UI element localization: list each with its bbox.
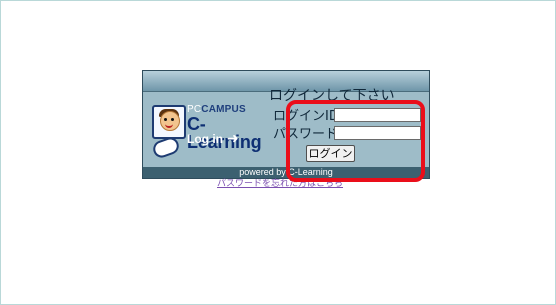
mascot-icon [152,105,186,139]
mascot-right-eye [171,118,174,121]
login-form: ログインして下さい ログインID パスワード ログイン [269,88,429,167]
brand-area: PCCAMPUS C-Learning Log in ➜ [143,91,269,167]
password-label: パスワード [273,127,339,142]
login-prompt: ログインして下さい [269,88,395,104]
mascot-left-eye [164,118,167,121]
right-arrow-icon: ➜ [227,131,239,147]
login-id-input[interactable] [334,108,421,122]
login-button[interactable]: ログイン [306,145,355,162]
login-panel: PCCAMPUS C-Learning Log in ➜ ログインして下さい ロ… [142,70,430,179]
brand-login-text: Log in [187,132,223,146]
login-id-label: ログインID [273,109,339,124]
mascot-face [160,111,180,131]
password-input[interactable] [334,126,421,140]
brand-campus: CAMPUS [201,104,246,115]
forgot-password-link[interactable]: パスワードを忘れた方はこちら [217,177,351,191]
